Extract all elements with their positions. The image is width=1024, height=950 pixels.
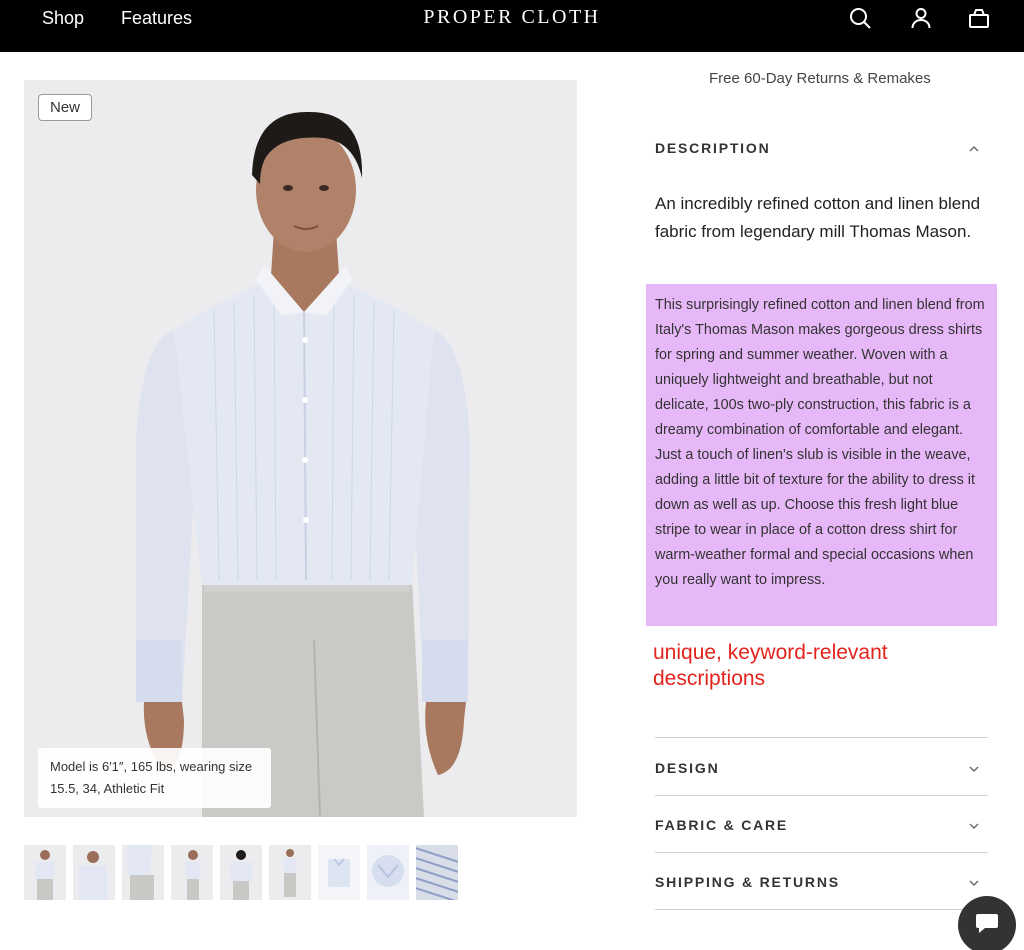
thumbnail-collar-closeup[interactable]	[367, 845, 409, 900]
chevron-up-icon	[968, 143, 980, 155]
nav-shop-link[interactable]: Shop	[42, 8, 84, 29]
divider	[655, 795, 988, 796]
accordion-fabric-care-header[interactable]: FABRIC & CARE	[655, 817, 988, 833]
accordion-design-header[interactable]: DESIGN	[655, 760, 988, 776]
chevron-down-icon	[968, 877, 980, 889]
accordion-fabric-care-title: FABRIC & CARE	[655, 817, 789, 833]
returns-notice: Free 60-Day Returns & Remakes	[654, 70, 1014, 87]
accordion-description-title: DESCRIPTION	[655, 140, 771, 156]
divider	[655, 909, 988, 910]
returns-notice-text: Free 60-Day Returns & Remakes	[709, 70, 931, 87]
model-size-note: Model is 6′1″, 165 lbs, wearing size 15.…	[38, 748, 271, 808]
chat-button[interactable]	[958, 896, 1016, 950]
thumbnail-back-view[interactable]	[220, 845, 262, 900]
model-wearing-shirt-illustration	[24, 80, 577, 817]
thumbnail-full-length-view[interactable]	[269, 845, 311, 900]
thumbnail-strip	[24, 845, 458, 900]
thumbnail-detail-view[interactable]	[122, 845, 164, 900]
new-badge: New	[38, 94, 93, 121]
accordion-shipping-returns-header[interactable]: SHIPPING & RETURNS	[655, 874, 988, 890]
thumbnail-fabric-swatch[interactable]	[416, 845, 458, 900]
thumbnail-folded-shirt[interactable]	[318, 845, 360, 900]
thumbnail-front-view[interactable]	[24, 845, 66, 900]
nav-features-link[interactable]: Features	[121, 8, 192, 29]
thumbnail-side-view[interactable]	[171, 845, 213, 900]
account-icon[interactable]	[909, 6, 933, 30]
annotation-callout: unique, keyword-relevant descriptions	[653, 641, 888, 690]
search-icon[interactable]	[848, 6, 872, 30]
top-navigation-bar: Shop Features PROPER CLOTH	[0, 0, 1024, 52]
highlighted-description-body: This surprisingly refined cotton and lin…	[646, 284, 997, 626]
accordion-shipping-returns-title: SHIPPING & RETURNS	[655, 874, 840, 890]
divider	[655, 737, 988, 738]
accordion-description-header[interactable]: DESCRIPTION	[655, 140, 988, 156]
accordion-design-title: DESIGN	[655, 760, 720, 776]
product-main-image[interactable]: New Model is 6′1″, 165 lbs, wearing size…	[24, 80, 577, 817]
thumbnail-pose-view[interactable]	[73, 845, 115, 900]
chevron-down-icon	[968, 763, 980, 775]
shopping-bag-icon[interactable]	[967, 6, 991, 30]
chat-bubble-icon	[976, 914, 998, 933]
description-lead: An incredibly refined cotton and linen b…	[655, 194, 981, 241]
divider	[655, 852, 988, 853]
chevron-down-icon	[968, 820, 980, 832]
